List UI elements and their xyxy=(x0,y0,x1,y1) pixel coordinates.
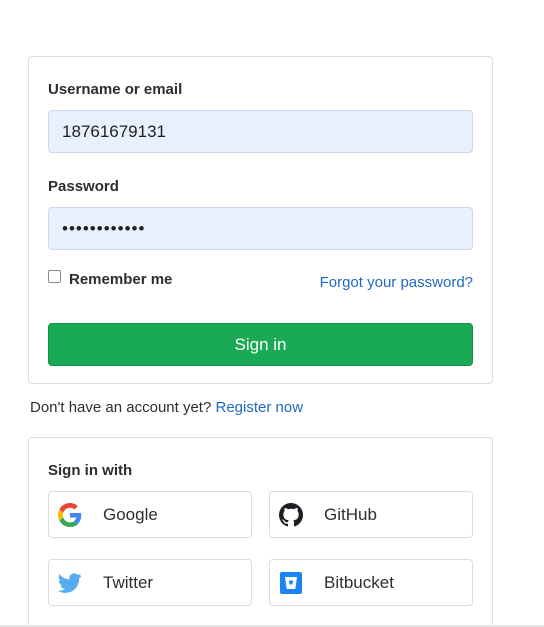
username-input[interactable] xyxy=(48,110,473,153)
github-label: GitHub xyxy=(324,504,377,524)
password-label: Password xyxy=(48,178,119,195)
bitbucket-label: Bitbucket xyxy=(324,572,394,592)
login-page: Username or email Password Remember me F… xyxy=(0,0,544,627)
twitter-signin-button[interactable]: Twitter xyxy=(48,559,252,606)
google-icon xyxy=(58,502,82,527)
github-signin-button[interactable]: GitHub xyxy=(269,491,473,538)
bitbucket-signin-button[interactable]: Bitbucket xyxy=(269,559,473,606)
twitter-icon xyxy=(58,571,82,595)
username-label: Username or email xyxy=(48,81,183,98)
register-prompt: Don't have an account yet? Register now xyxy=(30,399,303,416)
bitbucket-icon xyxy=(279,571,303,595)
social-signin-card: Sign in with Google GitHub Twitter Bitbu… xyxy=(28,437,493,627)
google-signin-button[interactable]: Google xyxy=(48,491,252,538)
remember-me-checkbox[interactable] xyxy=(48,270,61,283)
login-card: Username or email Password Remember me F… xyxy=(28,56,493,384)
forgot-password-link[interactable]: Forgot your password? xyxy=(320,274,473,291)
remember-me[interactable]: Remember me xyxy=(48,270,172,288)
password-input[interactable] xyxy=(48,207,473,250)
github-icon xyxy=(279,502,303,527)
register-link[interactable]: Register now xyxy=(216,399,304,416)
register-prompt-text: Don't have an account yet? xyxy=(30,399,212,416)
sign-in-button[interactable]: Sign in xyxy=(48,323,473,366)
remember-me-label[interactable]: Remember me xyxy=(69,271,172,288)
twitter-label: Twitter xyxy=(103,572,154,592)
google-label: Google xyxy=(103,504,158,524)
social-signin-title: Sign in with xyxy=(48,462,133,479)
